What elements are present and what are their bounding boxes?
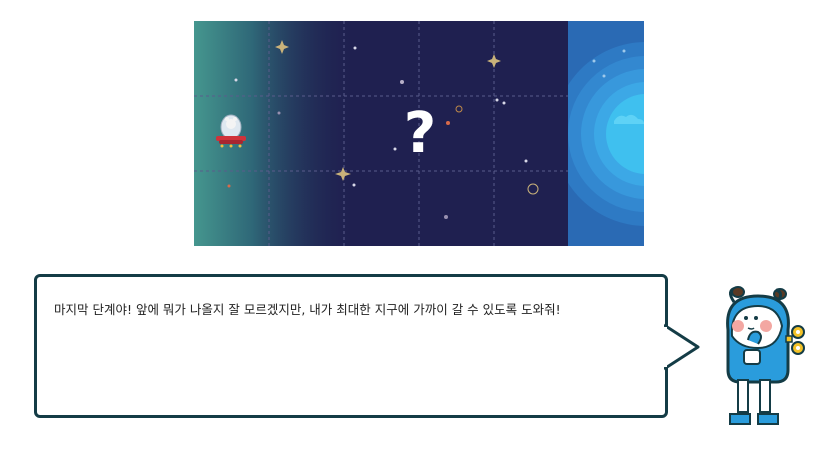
game-stage: ? [194, 21, 644, 246]
dialog-bubble: 마지막 단계야! 앞에 뭐가 나올지 잘 모르겠지만, 내가 최대한 지구에 가… [34, 274, 668, 418]
nebula-gradient [194, 21, 359, 246]
dialog-text: 마지막 단계야! 앞에 뭐가 나올지 잘 모르겠지만, 내가 최대한 지구에 가… [54, 302, 561, 317]
dialog-bubble-tail [664, 323, 700, 371]
mystery-question-mark: ? [403, 101, 437, 166]
robot-mascot-icon [726, 286, 805, 425]
